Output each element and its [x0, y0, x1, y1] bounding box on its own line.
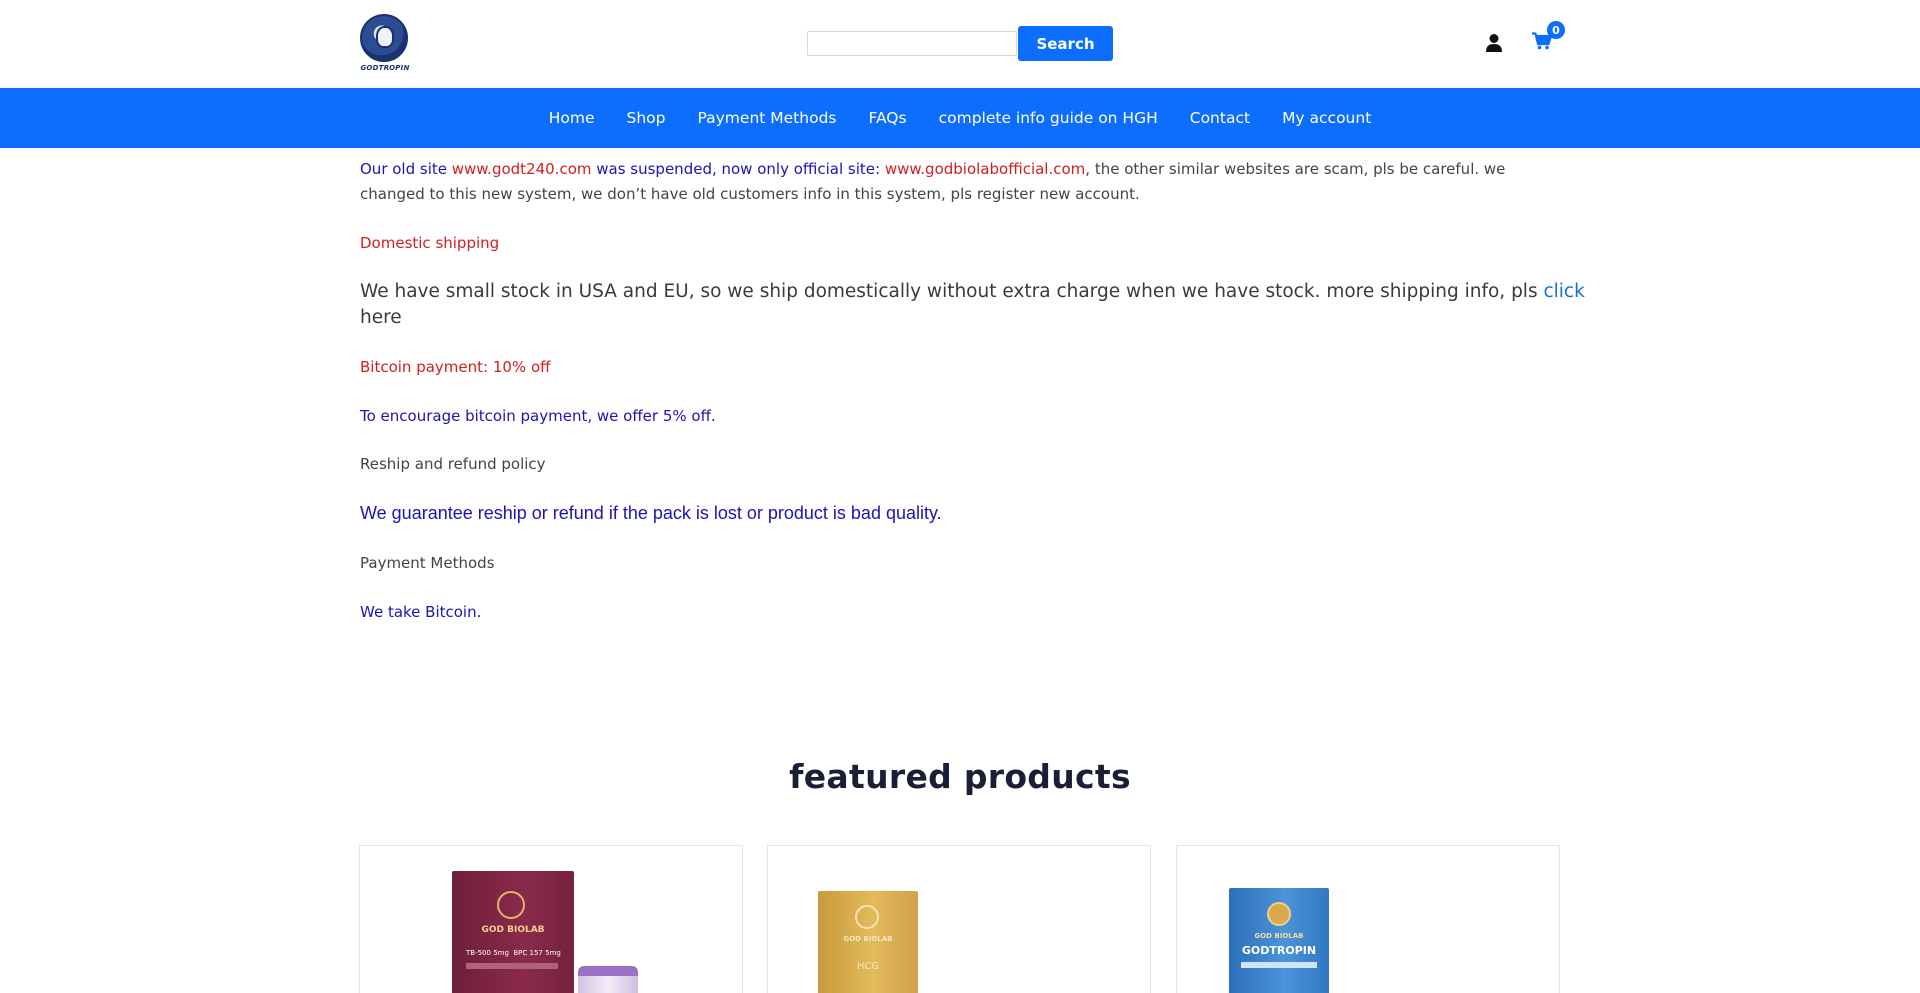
brand-seal-icon: [1267, 902, 1291, 926]
search-button[interactable]: Search: [1018, 26, 1113, 61]
nav-item-my-account[interactable]: My account: [1266, 109, 1387, 127]
bitcoin-text: To encourage bitcoin payment, we offer 5…: [360, 407, 716, 425]
product-label: TB-500 5mg BPC 157 5mg: [466, 949, 561, 957]
notice-line-1: Our old site www.godt240.com was suspend…: [360, 157, 1505, 182]
featured-products-title: featured products: [789, 757, 1131, 796]
product-box-image: GOD BIOLAB HCG: [818, 891, 918, 993]
reship-text: We guarantee reship or refund if the pac…: [360, 503, 942, 523]
nav-item-payment-methods[interactable]: Payment Methods: [681, 109, 852, 127]
notice-line-2: changed to this new system, we don’t hav…: [360, 185, 1140, 203]
notice-text: Our old site: [360, 160, 452, 178]
product-box-image: GOD BIOLAB GODTROPIN: [1229, 888, 1329, 993]
product-label: HCG: [856, 961, 880, 972]
notice-text: , the other similar websites are scam, p…: [1085, 160, 1506, 178]
product-card[interactable]: GOD BIOLAB GODTROPIN: [1176, 845, 1560, 993]
product-card[interactable]: GOD BIOLAB TB-500 5mg BPC 157 5mg: [359, 845, 743, 993]
old-site-link[interactable]: www.godt240.com: [452, 160, 592, 178]
nav-item-hgh-guide[interactable]: complete info guide on HGH: [923, 109, 1174, 127]
nav-item-shop[interactable]: Shop: [610, 109, 681, 127]
payment-heading: Payment Methods: [360, 554, 495, 572]
nav-item-contact[interactable]: Contact: [1174, 109, 1266, 127]
logo-face-icon: [376, 26, 394, 48]
product-card[interactable]: GOD BIOLAB HCG: [767, 845, 1151, 993]
nav-item-home[interactable]: Home: [533, 109, 611, 127]
domestic-shipping-text: We have small stock in USA and EU, so we…: [360, 279, 1585, 305]
domestic-shipping-body: We have small stock in USA and EU, so we…: [360, 281, 1544, 302]
shipping-info-link[interactable]: click: [1543, 281, 1584, 302]
product-label-strip: [466, 963, 558, 969]
product-label: GODTROPIN: [1241, 944, 1317, 957]
cart-count-badge: 0: [1547, 21, 1565, 39]
product-brand: GOD BIOLAB: [1254, 932, 1304, 940]
payment-text: We take Bitcoin.: [360, 603, 482, 621]
main-nav: Home Shop Payment Methods FAQs complete …: [0, 88, 1920, 148]
logo-emblem: [360, 14, 408, 62]
nav-item-faqs[interactable]: FAQs: [852, 109, 922, 127]
shipping-info-link-cont[interactable]: here: [360, 305, 402, 331]
brand-seal-icon: [855, 905, 879, 929]
domestic-shipping-heading: Domestic shipping: [360, 234, 500, 252]
notice-text: was suspended, now only official site:: [591, 160, 885, 178]
brand-seal-icon: [497, 891, 525, 919]
user-icon[interactable]: [1485, 33, 1503, 53]
logo-text: GODTROPIN: [360, 64, 410, 72]
bitcoin-heading: Bitcoin payment: 10% off: [360, 358, 551, 376]
product-label-strip: [1241, 962, 1317, 968]
official-site-link[interactable]: www.godbiolabofficial.com: [885, 160, 1085, 178]
site-logo[interactable]: GODTROPIN: [359, 14, 411, 74]
product-vial-image: [578, 966, 638, 993]
product-box-image: GOD BIOLAB TB-500 5mg BPC 157 5mg: [452, 871, 574, 993]
search-input[interactable]: [807, 31, 1017, 56]
product-brand: GOD BIOLAB: [843, 935, 893, 943]
reship-heading: Reship and refund policy: [360, 455, 546, 473]
site-header: GODTROPIN Search 0: [0, 0, 1920, 88]
product-brand: GOD BIOLAB: [481, 925, 545, 935]
